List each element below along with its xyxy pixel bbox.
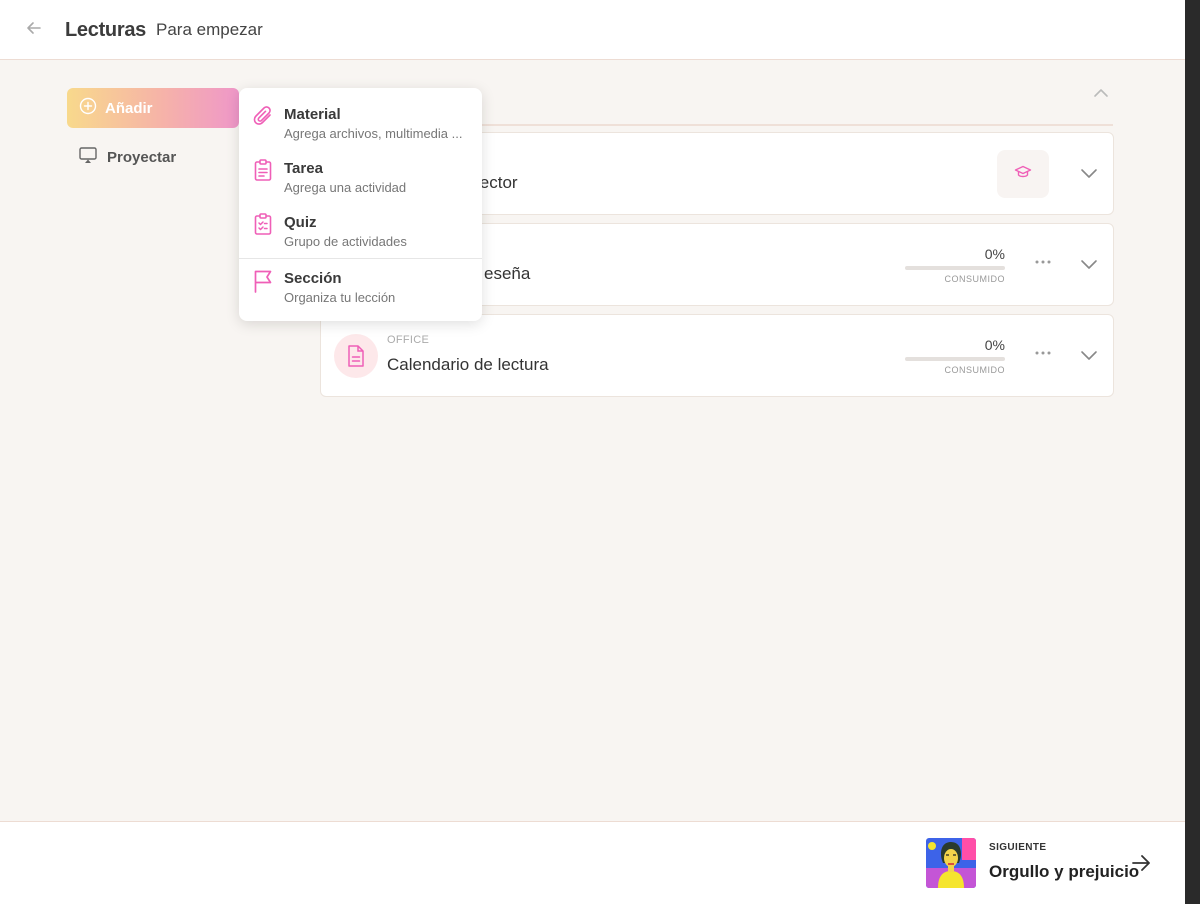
menu-item-title: Tarea	[284, 160, 323, 177]
next-label: SIGUIENTE	[989, 842, 1047, 853]
progress-bar	[905, 357, 1005, 361]
menu-item-quiz[interactable]: Quiz Grupo de actividades	[239, 196, 482, 250]
chevron-down-icon[interactable]	[1079, 254, 1099, 274]
card-title: eseña	[484, 264, 531, 283]
chevron-down-icon[interactable]	[1079, 163, 1099, 183]
flag-icon	[251, 269, 275, 293]
consumed-label: CONSUMIDO	[944, 365, 1005, 375]
window-scrollbar[interactable]	[1185, 0, 1200, 904]
card-title: lector	[476, 173, 518, 192]
consumed-label: CONSUMIDO	[944, 274, 1005, 284]
next-lesson-thumbnail	[926, 838, 976, 888]
menu-item-subtitle: Agrega archivos, multimedia ...	[284, 126, 463, 141]
screen-cast-icon	[78, 145, 98, 170]
document-icon	[334, 334, 378, 378]
lesson-card[interactable]: OFFICE Calendario de lectura 0% CONSUMID…	[320, 314, 1114, 397]
more-options-icon[interactable]	[1033, 343, 1053, 363]
next-lesson-link[interactable]: SIGUIENTE Orgullo y prejuicio	[926, 838, 1139, 890]
graduation-cap-icon	[1014, 163, 1032, 186]
more-options-icon[interactable]	[1033, 252, 1053, 272]
bottom-bar: SIGUIENTE Orgullo y prejuicio	[0, 821, 1185, 904]
progress-percent: 0%	[984, 337, 1005, 353]
project-button[interactable]: Proyectar	[78, 145, 176, 170]
paperclip-icon	[251, 104, 275, 128]
page-title: Lecturas	[65, 19, 146, 41]
add-button[interactable]: Añadir	[67, 88, 239, 128]
top-bar: Lecturas Para empezar	[0, 0, 1185, 60]
arrow-right-icon[interactable]	[1130, 852, 1152, 874]
menu-item-subtitle: Grupo de actividades	[284, 234, 407, 249]
progress-bar	[905, 266, 1005, 270]
menu-item-subtitle: Agrega una actividad	[284, 180, 407, 195]
project-button-label: Proyectar	[107, 149, 177, 166]
card-type: OFFICE	[387, 334, 430, 346]
graduation-cap-button[interactable]	[997, 150, 1049, 198]
add-button-label: Añadir	[105, 99, 153, 117]
menu-item-title: Sección	[284, 270, 342, 287]
menu-item-title: Quiz	[284, 214, 317, 231]
menu-item-title: Material	[284, 106, 341, 123]
card-title: Calendario de lectura	[387, 355, 549, 374]
menu-item-material[interactable]: Material Agrega archivos, multimedia ...	[239, 88, 482, 142]
add-dropdown-menu: Material Agrega archivos, multimedia ...…	[239, 88, 482, 321]
menu-item-subtitle: Organiza tu lección	[284, 290, 396, 305]
next-lesson-title: Orgullo y prejuicio	[989, 862, 1140, 881]
page-subtitle: Para empezar	[156, 20, 263, 39]
back-arrow-icon[interactable]	[24, 18, 44, 38]
plus-circle-icon	[79, 97, 97, 120]
chevron-up-icon[interactable]	[1092, 84, 1110, 102]
clipboard-check-icon	[251, 212, 275, 236]
menu-item-tarea[interactable]: Tarea Agrega una actividad	[239, 142, 482, 196]
progress-percent: 0%	[984, 246, 1005, 262]
clipboard-list-icon	[251, 158, 275, 182]
menu-item-seccion[interactable]: Sección Organiza tu lección	[239, 259, 482, 313]
chevron-down-icon[interactable]	[1079, 345, 1099, 365]
